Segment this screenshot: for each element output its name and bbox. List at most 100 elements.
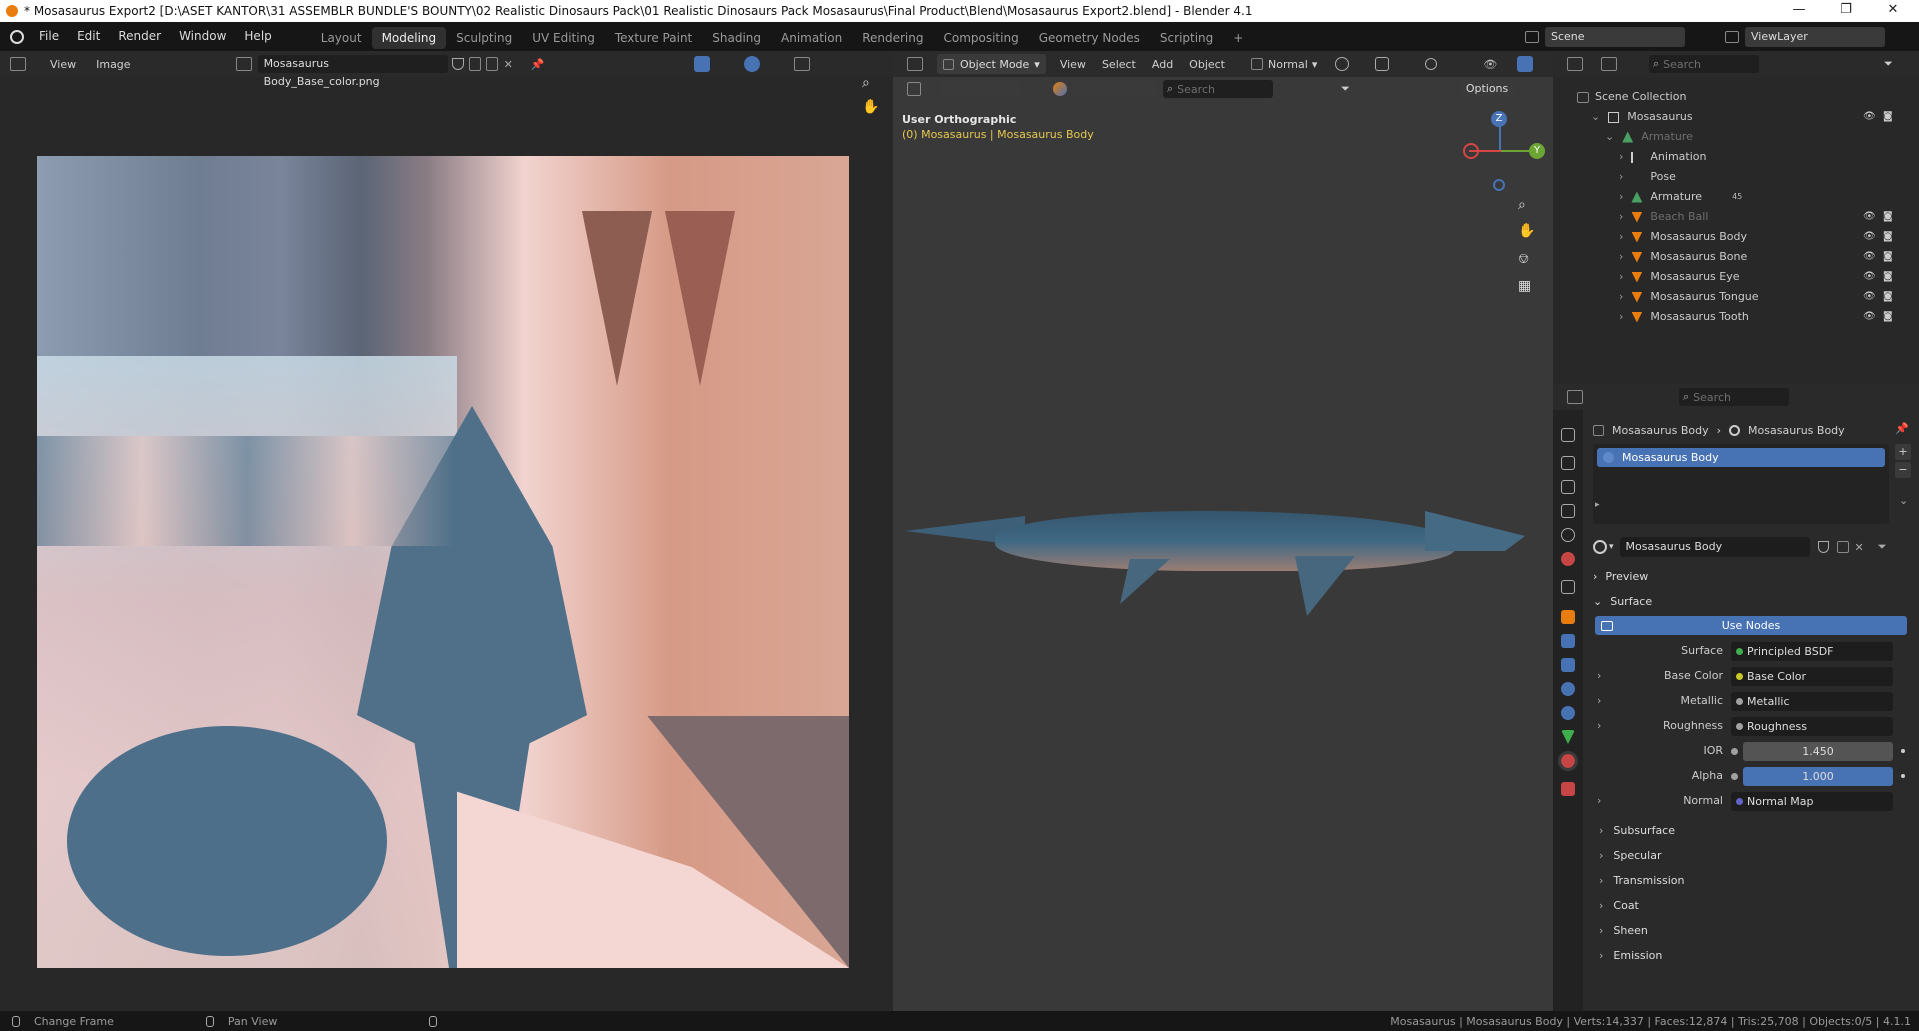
visibility-eye-icon[interactable]: 👁	[1863, 227, 1876, 247]
viewport-menu-object[interactable]: Object	[1189, 58, 1225, 71]
tab-shading[interactable]: Shading	[702, 27, 771, 49]
visibility-eye-icon[interactable]: 👁	[1863, 287, 1876, 307]
menu-help[interactable]: Help	[235, 22, 280, 51]
outliner-item[interactable]: › Mosasaurus Tongue 👁 ◙	[1553, 287, 1919, 307]
physics-tab-icon[interactable]	[1561, 682, 1575, 696]
render-camera-icon[interactable]: ◙	[1883, 247, 1893, 267]
outliner-item[interactable]: › Mosasaurus Bone 👁 ◙	[1553, 247, 1919, 267]
add-slot-button[interactable]: +	[1895, 444, 1911, 460]
constraints-tab-icon[interactable]	[1561, 706, 1575, 720]
chevron-right-icon[interactable]: ›	[1619, 267, 1623, 287]
fake-user-icon[interactable]	[1817, 541, 1829, 553]
property-value-field[interactable]: Base Color	[1731, 667, 1893, 686]
subsection-transmission[interactable]: › Transmission	[1593, 868, 1909, 893]
select-tool-icon[interactable]	[907, 82, 921, 96]
material-slot-item[interactable]: Mosasaurus Body	[1597, 448, 1885, 467]
viewport-menu-add[interactable]: Add	[1152, 58, 1173, 71]
unlink-material-icon[interactable]: ✕	[1855, 541, 1864, 554]
camera-view-icon[interactable]: ⎊	[1518, 251, 1529, 267]
viewport-pan-icon[interactable]: ✋	[1518, 223, 1535, 239]
viewport-editor-type-icon[interactable]	[907, 57, 923, 71]
socket-dot-icon[interactable]	[1731, 748, 1738, 755]
options-button[interactable]: Options	[1459, 80, 1515, 98]
menu-render[interactable]: Render	[109, 22, 170, 51]
gizmo-z-axis[interactable]: Z	[1491, 111, 1507, 127]
pan-hand-icon[interactable]: ✋	[862, 99, 879, 115]
close-button[interactable]: ✕	[1873, 2, 1913, 17]
navigation-gizmo[interactable]: Z Y X	[1463, 111, 1545, 191]
outliner-item[interactable]: ⌄ Mosasaurus 👁 ◙	[1553, 107, 1919, 127]
world-tab-icon[interactable]	[1561, 552, 1575, 566]
grid-toggle-icon[interactable]: ▦	[1518, 278, 1531, 294]
outliner-item[interactable]: › Mosasaurus Tooth 👁 ◙	[1553, 307, 1919, 327]
display-channels-icon[interactable]	[794, 57, 811, 71]
object-tab-icon[interactable]	[1561, 610, 1575, 624]
tab-texture-paint[interactable]: Texture Paint	[605, 27, 702, 49]
particles-tab-icon[interactable]	[1561, 658, 1575, 672]
socket-dot-icon[interactable]	[1736, 698, 1743, 705]
render-camera-icon[interactable]: ◙	[1883, 207, 1893, 227]
proportional-edit-icon[interactable]	[1425, 58, 1438, 70]
fake-user-icon[interactable]	[451, 58, 464, 70]
render-tab-icon[interactable]	[1561, 456, 1575, 470]
remove-slot-button[interactable]: −	[1895, 462, 1911, 478]
gizmo-x-axis[interactable]: X	[1463, 143, 1479, 159]
visibility-eye-icon[interactable]: 👁	[1863, 247, 1876, 267]
visibility-eye-icon[interactable]: 👁	[1863, 207, 1876, 227]
subsection-subsurface[interactable]: › Subsurface	[1593, 818, 1909, 843]
visibility-eye-icon[interactable]: 👁	[1863, 267, 1876, 287]
viewlayer-name-field[interactable]: ViewLayer	[1745, 26, 1885, 47]
material-browse-icon[interactable]	[1593, 540, 1607, 554]
shading-solid-icon[interactable]	[1053, 82, 1067, 96]
select-box-icon[interactable]	[941, 81, 1021, 97]
material-tab-icon[interactable]	[1558, 751, 1578, 771]
slot-menu-icon[interactable]: ⌄	[1899, 494, 1908, 507]
properties-editor-type-icon[interactable]	[1567, 390, 1583, 404]
render-camera-icon[interactable]: ◙	[1883, 267, 1893, 287]
render-camera-icon[interactable]: ◙	[1883, 107, 1893, 127]
tab-rendering[interactable]: Rendering	[852, 27, 933, 49]
gizmo-neg-z[interactable]	[1493, 179, 1505, 191]
shading-modes-icon[interactable]	[1073, 81, 1157, 97]
menu-edit[interactable]: Edit	[68, 22, 109, 51]
uv-sync-icon[interactable]	[694, 56, 711, 72]
tab-layout[interactable]: Layout	[311, 27, 372, 49]
property-value-field[interactable]: 1.450	[1731, 742, 1893, 761]
viewport-search[interactable]: ⌕ Search	[1163, 80, 1273, 98]
chevron-right-icon[interactable]: ›	[1619, 287, 1623, 307]
image-name-field[interactable]: Mosasaurus Body_Base_color.png	[257, 55, 448, 88]
outliner-item[interactable]: › Animation	[1553, 147, 1919, 167]
pivot-icon[interactable]	[1335, 57, 1350, 71]
maximize-button[interactable]: ❐	[1826, 2, 1866, 17]
property-value-field[interactable]: Roughness	[1731, 717, 1893, 736]
unlink-image-icon[interactable]: ✕	[504, 58, 513, 71]
mosasaurus-model[interactable]	[905, 471, 1525, 621]
tab-scripting[interactable]: Scripting	[1150, 27, 1223, 49]
image-menu-image[interactable]: Image	[96, 58, 130, 71]
socket-dot-icon[interactable]	[1736, 648, 1743, 655]
menu-file[interactable]: File	[30, 22, 68, 51]
orientation-dropdown[interactable]: Normal ▾	[1251, 58, 1317, 71]
duplicate-material-icon[interactable]	[1836, 541, 1849, 553]
chevron-right-icon[interactable]: ›	[1619, 187, 1623, 207]
chevron-down-icon[interactable]: ⌄	[1591, 107, 1600, 127]
node-link-icon[interactable]: ⏷	[1878, 540, 1887, 554]
uv-texture-image[interactable]	[37, 156, 849, 968]
image-menu-view[interactable]: View	[50, 58, 76, 71]
socket-dot-icon[interactable]	[1736, 723, 1743, 730]
viewport-menu-select[interactable]: Select	[1102, 58, 1136, 71]
tab-modeling[interactable]: Modeling	[371, 27, 447, 49]
chevron-right-icon[interactable]: ›	[1619, 227, 1623, 247]
surface-section[interactable]: ⌄ Surface	[1593, 589, 1909, 614]
scene-name-field[interactable]: Scene	[1545, 26, 1685, 47]
subsection-coat[interactable]: › Coat	[1593, 893, 1909, 918]
keyframe-dot-icon[interactable]	[1901, 774, 1905, 778]
gizmo-y-axis[interactable]: Y	[1529, 143, 1545, 159]
output-tab-icon[interactable]	[1561, 480, 1575, 494]
texture-tab-icon[interactable]	[1561, 782, 1575, 796]
property-value-field[interactable]: 1.000	[1731, 767, 1893, 786]
chevron-right-icon[interactable]: ›	[1619, 247, 1623, 267]
collection-tab-icon[interactable]	[1561, 580, 1575, 594]
material-name-field[interactable]: Mosasaurus Body	[1619, 537, 1810, 557]
socket-dot-icon[interactable]	[1736, 798, 1743, 805]
